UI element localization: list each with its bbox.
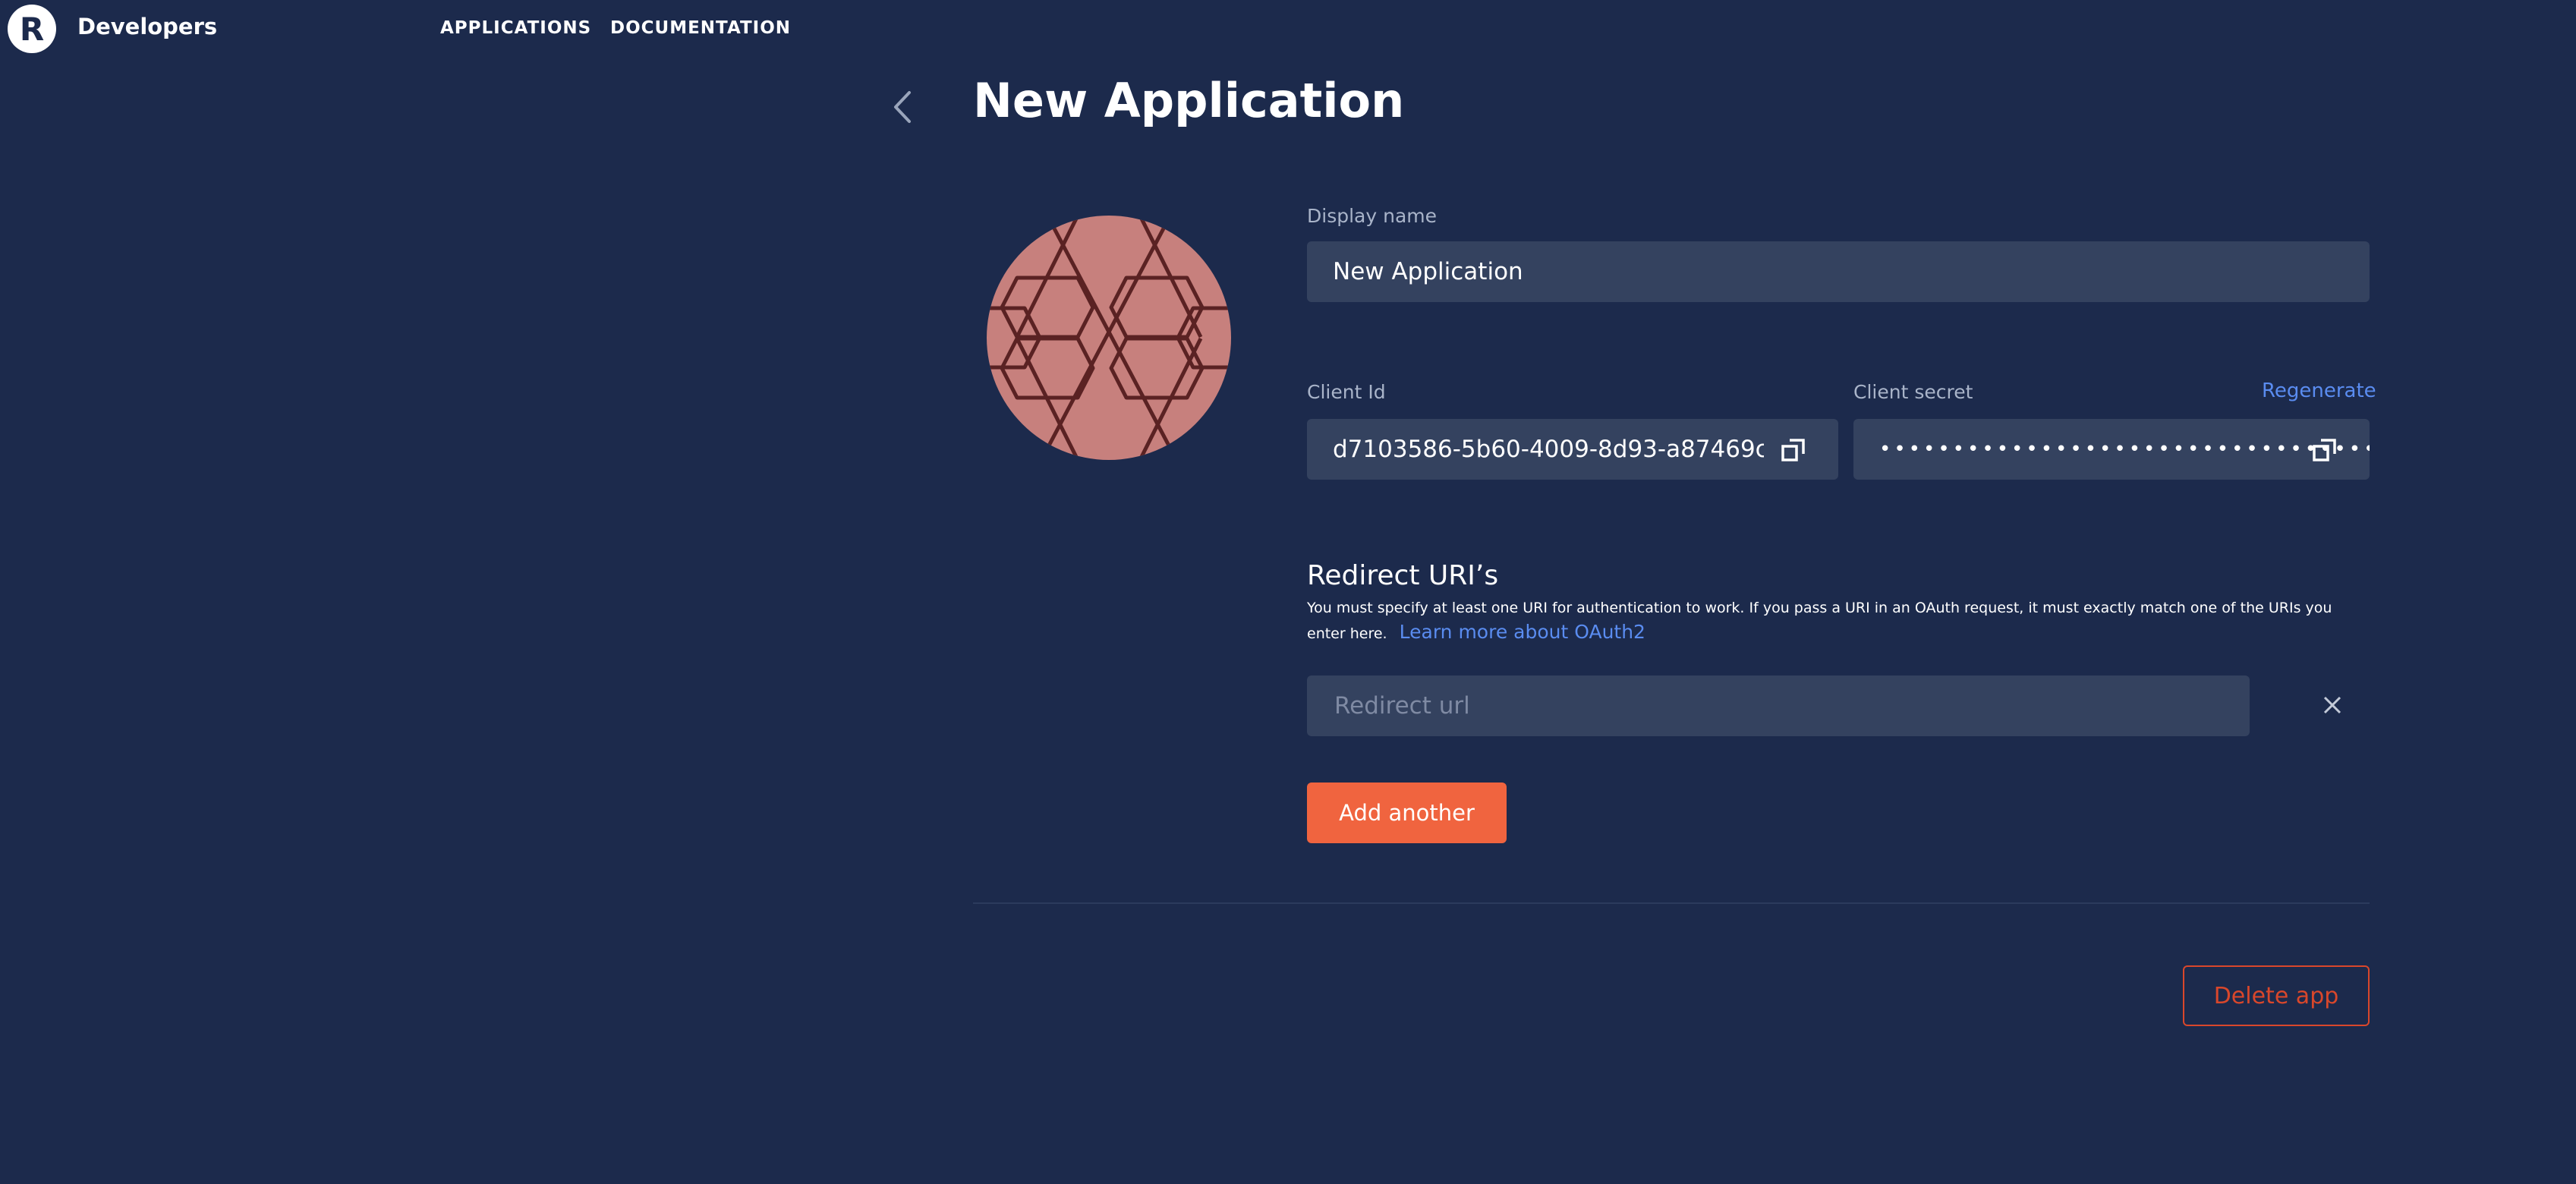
display-name-label: Display name (1307, 205, 1437, 227)
regenerate-link[interactable]: Regenerate (2262, 379, 2376, 402)
copy-icon[interactable] (1781, 437, 1806, 463)
section-divider (973, 902, 2370, 904)
learn-more-oauth2-link[interactable]: Learn more about OAuth2 (1400, 621, 1645, 643)
redirect-url-input[interactable] (1333, 691, 2250, 720)
logo[interactable]: R (8, 5, 56, 53)
chevron-left-icon[interactable] (888, 88, 918, 126)
redirect-uris-title: Redirect URI’s (1307, 560, 1499, 591)
client-id-value[interactable]: d7103586-5b60-4009-8d93-a87469cf18 (1333, 436, 1764, 463)
client-id-label: Client Id (1307, 381, 1386, 403)
close-icon[interactable] (2321, 694, 2344, 716)
add-another-button[interactable]: Add another (1307, 783, 1507, 843)
client-id-field[interactable]: d7103586-5b60-4009-8d93-a87469cf18 (1307, 419, 1838, 480)
brand-name[interactable]: Developers (77, 14, 217, 39)
nav-documentation[interactable]: DOCUMENTATION (610, 18, 791, 38)
display-name-value[interactable]: New Application (1333, 258, 1523, 285)
nav-applications[interactable]: APPLICATIONS (440, 18, 591, 38)
redirect-url-field[interactable] (1307, 675, 2250, 736)
app-avatar[interactable] (987, 216, 1231, 460)
display-name-field[interactable]: New Application (1307, 241, 2370, 302)
copy-icon[interactable] (2312, 437, 2338, 463)
redirect-help-text: You must specify at least one URI for au… (1307, 597, 2370, 646)
top-navigation-bar: R Developers APPLICATIONS DOCUMENTATION (0, 0, 2576, 58)
client-secret-value[interactable]: •••••••••••••••••••••••••••••••••• (1879, 438, 2370, 461)
page-title: New Application (973, 73, 1405, 128)
client-secret-label: Client secret (1853, 381, 1973, 403)
client-secret-field[interactable]: •••••••••••••••••••••••••••••••••• (1853, 419, 2370, 480)
delete-app-button[interactable]: Delete app (2183, 965, 2370, 1026)
logo-letter: R (19, 10, 45, 48)
